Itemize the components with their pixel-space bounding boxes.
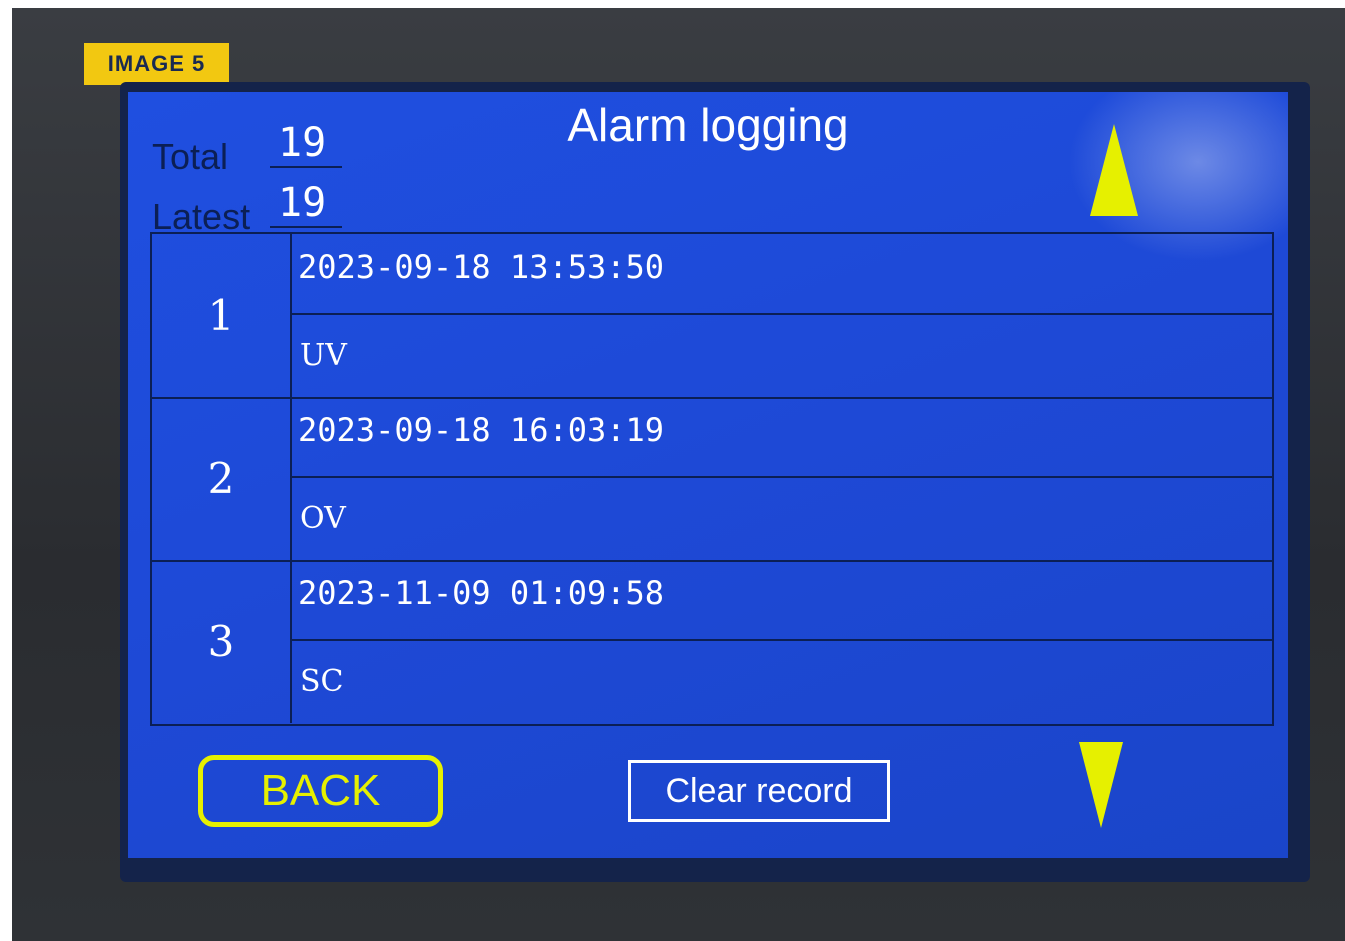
table-row: 3 2023-11-09 01:09:58 SC [152,560,1272,723]
triangle-up-icon[interactable] [1090,124,1138,216]
row-alarm-code: SC [300,664,344,699]
back-button[interactable]: BACK [198,755,443,827]
row-index: 3 [152,560,292,723]
row-alarm-code: UV [300,338,347,373]
row-timestamp: 2023-09-18 16:03:19 [292,397,1272,478]
row-timestamp: 2023-09-18 13:53:50 [292,234,1272,315]
latest-value: 19 [270,180,342,228]
table-row: 1 2023-09-18 13:53:50 UV [152,234,1272,399]
page-title: Alarm logging [567,99,849,151]
image-tag: IMAGE 5 [84,43,229,85]
row-index: 2 [152,397,292,560]
row-index: 1 [152,234,292,397]
row-alarm-code: OV [300,501,346,536]
total-label: Total [152,136,229,177]
table-row: 2 2023-09-18 16:03:19 OV [152,397,1272,562]
total-value: 19 [270,120,342,168]
lcd-screen: Alarm logging Total 19 Latest 19 1 2023-… [128,92,1288,858]
row-timestamp: 2023-11-09 01:09:58 [292,560,1272,641]
triangle-down-icon[interactable] [1079,742,1123,828]
alarm-log-table: 1 2023-09-18 13:53:50 UV 2 2023-09-18 16… [150,232,1274,726]
clear-record-button[interactable]: Clear record [628,760,890,822]
